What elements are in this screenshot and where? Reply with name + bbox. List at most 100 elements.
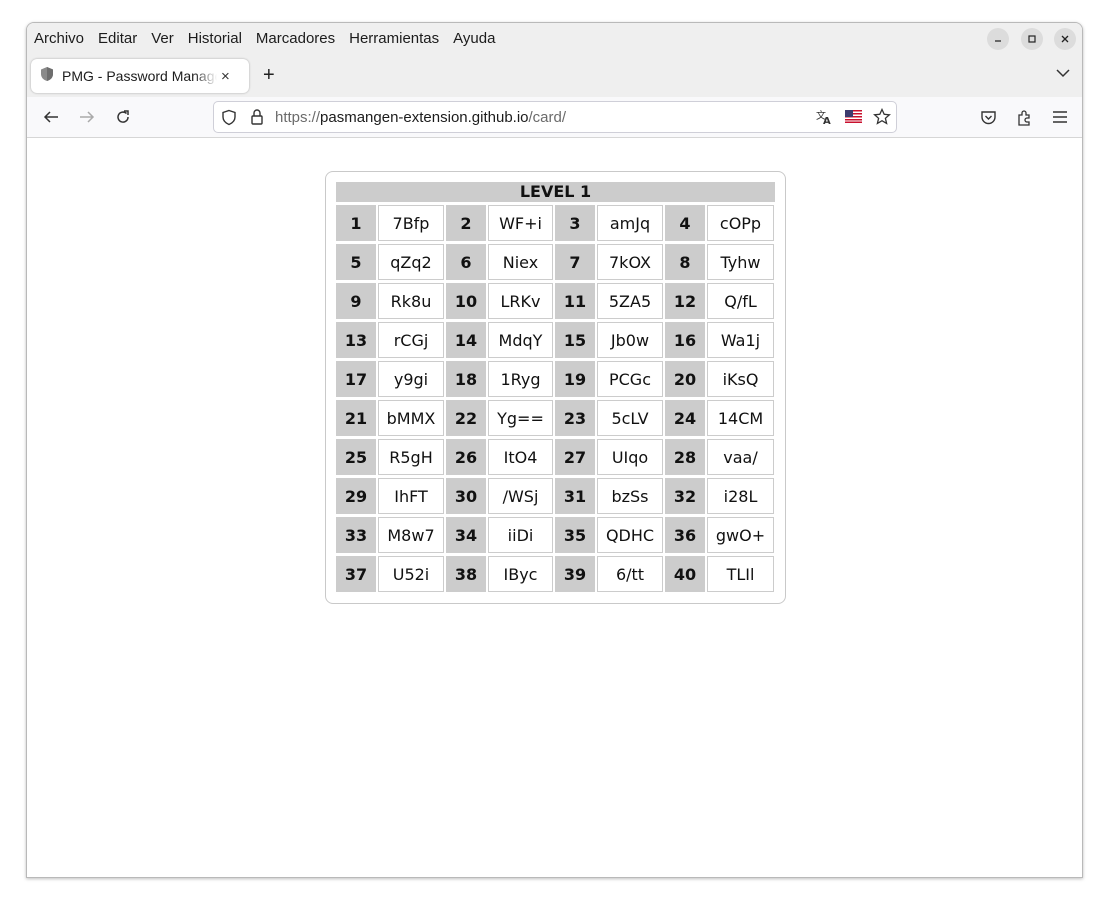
card-index-35: 35: [555, 517, 595, 553]
card-code-30: /WSj: [488, 478, 553, 514]
card-index-1: 1: [336, 205, 376, 241]
menu-herramientas[interactable]: Herramientas: [349, 30, 439, 47]
menu-editar[interactable]: Editar: [98, 30, 137, 47]
menu-historial[interactable]: Historial: [188, 30, 242, 47]
menu-archivo[interactable]: Archivo: [34, 30, 84, 47]
card-index-31: 31: [555, 478, 595, 514]
card-code-37: U52i: [378, 556, 444, 592]
card-code-17: y9gi: [378, 361, 444, 397]
card-code-14: MdqY: [488, 322, 553, 358]
card-code-40: TLIl: [707, 556, 774, 592]
card-index-29: 29: [336, 478, 376, 514]
navigation-bar: https://pasmangen-extension.github.io/ca…: [27, 97, 1082, 138]
card-code-1: 7Bfp: [378, 205, 444, 241]
card-code-2: WF+i: [488, 205, 553, 241]
translate-icon[interactable]: 文A: [815, 108, 833, 131]
bookmark-star-icon[interactable]: [873, 107, 891, 131]
card-code-29: IhFT: [378, 478, 444, 514]
tab-close-icon[interactable]: ×: [221, 68, 230, 85]
card-index-28: 28: [665, 439, 705, 475]
card-index-11: 11: [555, 283, 595, 319]
tab-title: PMG - Password Manager: [62, 68, 217, 84]
pocket-icon[interactable]: [978, 107, 998, 127]
card-code-27: UIqo: [597, 439, 663, 475]
card-index-6: 6: [446, 244, 486, 280]
card-code-21: bMMX: [378, 400, 444, 436]
card-index-12: 12: [665, 283, 705, 319]
card-index-23: 23: [555, 400, 595, 436]
card-code-23: 5cLV: [597, 400, 663, 436]
reload-icon[interactable]: [113, 107, 133, 127]
maximize-icon[interactable]: [1021, 28, 1043, 50]
tracking-shield-icon[interactable]: [221, 109, 237, 131]
card-code-5: qZq2: [378, 244, 444, 280]
forward-arrow-icon[interactable]: [77, 107, 97, 127]
menu-marcadores[interactable]: Marcadores: [256, 30, 335, 47]
card-index-8: 8: [665, 244, 705, 280]
card-code-3: amJq: [597, 205, 663, 241]
card-code-36: gwO+: [707, 517, 774, 553]
url-text[interactable]: https://pasmangen-extension.github.io/ca…: [275, 109, 566, 126]
card-index-3: 3: [555, 205, 595, 241]
card-index-10: 10: [446, 283, 486, 319]
minimize-icon[interactable]: [987, 28, 1009, 50]
card-code-20: iKsQ: [707, 361, 774, 397]
card-code-39: 6/tt: [597, 556, 663, 592]
card-code-18: 1Ryg: [488, 361, 553, 397]
card-code-35: QDHC: [597, 517, 663, 553]
card-code-7: 7kOX: [597, 244, 663, 280]
card-index-24: 24: [665, 400, 705, 436]
tab-bar: PMG - Password Manager × +: [27, 53, 1082, 97]
card-index-40: 40: [665, 556, 705, 592]
close-icon[interactable]: [1054, 28, 1076, 50]
card-index-14: 14: [446, 322, 486, 358]
password-card: LEVEL 1 1 7Bfp 2 WF+i 3 amJq 4 cOPp 5 qZq2 6 Niex 7 7…: [325, 171, 786, 604]
card-index-30: 30: [446, 478, 486, 514]
card-code-13: rCGj: [378, 322, 444, 358]
card-level-title: LEVEL 1: [336, 182, 775, 202]
tab-pmg[interactable]: PMG - Password Manager ×: [31, 59, 249, 93]
new-tab-button[interactable]: +: [263, 64, 275, 87]
card-index-2: 2: [446, 205, 486, 241]
card-index-15: 15: [555, 322, 595, 358]
back-arrow-icon[interactable]: [41, 107, 61, 127]
lock-icon[interactable]: [250, 108, 264, 131]
card-code-22: Yg==: [488, 400, 553, 436]
card-index-7: 7: [555, 244, 595, 280]
card-code-34: iiDi: [488, 517, 553, 553]
card-index-5: 5: [336, 244, 376, 280]
card-code-15: Jb0w: [597, 322, 663, 358]
card-code-28: vaa/: [707, 439, 774, 475]
card-index-22: 22: [446, 400, 486, 436]
card-index-27: 27: [555, 439, 595, 475]
card-index-39: 39: [555, 556, 595, 592]
url-bar[interactable]: https://pasmangen-extension.github.io/ca…: [213, 101, 897, 133]
card-code-9: Rk8u: [378, 283, 444, 319]
card-index-9: 9: [336, 283, 376, 319]
card-code-24: 14CM: [707, 400, 774, 436]
card-code-11: 5ZA5: [597, 283, 663, 319]
card-index-16: 16: [665, 322, 705, 358]
card-code-4: cOPp: [707, 205, 774, 241]
browser-window: Archivo Editar Ver Historial Marcadores …: [26, 22, 1083, 878]
card-code-6: Niex: [488, 244, 553, 280]
shield-icon: [40, 66, 54, 87]
card-code-33: M8w7: [378, 517, 444, 553]
card-index-21: 21: [336, 400, 376, 436]
card-code-26: ItO4: [488, 439, 553, 475]
card-index-34: 34: [446, 517, 486, 553]
hamburger-menu-icon[interactable]: [1050, 107, 1070, 127]
card-index-32: 32: [665, 478, 705, 514]
menu-ayuda[interactable]: Ayuda: [453, 30, 495, 47]
card-index-17: 17: [336, 361, 376, 397]
card-index-37: 37: [336, 556, 376, 592]
card-index-38: 38: [446, 556, 486, 592]
menu-ver[interactable]: Ver: [151, 30, 174, 47]
card-index-20: 20: [665, 361, 705, 397]
chevron-down-icon[interactable]: [1056, 65, 1070, 83]
extensions-icon[interactable]: [1014, 107, 1034, 127]
card-code-25: R5gH: [378, 439, 444, 475]
us-flag-icon[interactable]: [845, 110, 862, 128]
url-scheme: https://: [275, 109, 321, 126]
card-index-19: 19: [555, 361, 595, 397]
